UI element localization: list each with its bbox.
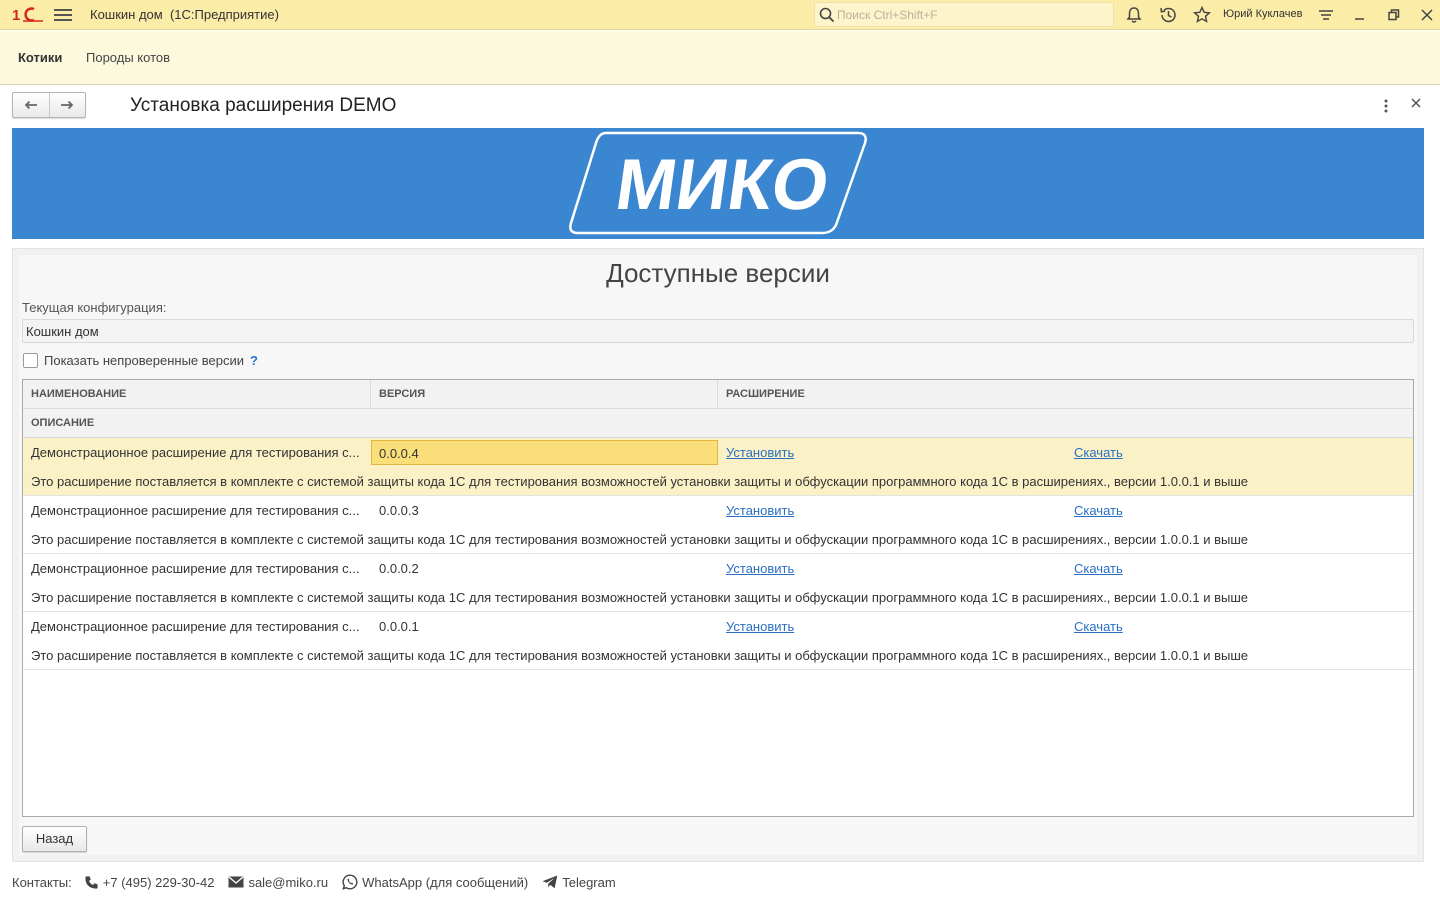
config-label: Текущая конфигурация: <box>22 300 167 315</box>
column-header-name[interactable]: НАИМЕНОВАНИЕ <box>23 380 371 409</box>
more-actions-icon[interactable] <box>1378 97 1394 115</box>
email-text: sale@miko.ru <box>248 874 329 890</box>
minimize-icon[interactable] <box>1350 5 1370 25</box>
close-form-icon[interactable] <box>1408 96 1424 114</box>
help-icon[interactable]: ? <box>250 353 258 368</box>
search-input[interactable] <box>837 6 1107 24</box>
telegram-contact[interactable]: Telegram <box>542 874 616 890</box>
install-link[interactable]: Установить <box>726 445 794 460</box>
cell-download: Скачать <box>1066 554 1413 583</box>
cell-download: Скачать <box>1066 496 1413 525</box>
cell-description: Это расширение поставляется в комплекте … <box>31 474 1249 489</box>
form-title: Установка расширения DEMO <box>130 95 397 116</box>
show-unverified-label[interactable]: Показать непроверенные версии <box>44 353 244 368</box>
cell-install: Установить <box>718 496 1065 525</box>
install-link[interactable]: Установить <box>726 619 794 634</box>
cell-download: Скачать <box>1066 612 1413 641</box>
search-box[interactable] <box>814 2 1114 27</box>
sections-panel: Котики Породы котов <box>0 31 1440 85</box>
notifications-bell-icon[interactable] <box>1124 5 1144 25</box>
cell-version[interactable]: 0.0.0.3 <box>371 496 718 525</box>
cell-install: Установить <box>718 612 1065 641</box>
section-porody-kotov[interactable]: Породы котов <box>86 50 170 65</box>
favorites-star-icon[interactable] <box>1192 5 1212 25</box>
email-contact[interactable]: sale@miko.ru <box>228 875 328 890</box>
install-link[interactable]: Установить <box>726 503 794 518</box>
cell-description: Это расширение поставляется в комплекте … <box>31 532 1249 547</box>
show-unverified-row: Показать непроверенные версии ? <box>23 353 258 368</box>
download-link[interactable]: Скачать <box>1074 503 1123 518</box>
close-window-icon[interactable] <box>1417 5 1437 25</box>
download-link[interactable]: Скачать <box>1074 445 1123 460</box>
table-row[interactable]: Демонстрационное расширение для тестиров… <box>23 438 1413 496</box>
cell-version[interactable]: 0.0.0.4 <box>371 440 718 465</box>
cell-version[interactable]: 0.0.0.2 <box>371 554 718 583</box>
versions-heading: Доступные версии <box>606 258 830 288</box>
back-button[interactable]: Назад <box>22 826 87 852</box>
user-name[interactable]: Юрий Куклачев <box>1223 8 1302 20</box>
cell-version[interactable]: 0.0.0.1 <box>371 612 718 641</box>
cell-description: Это расширение поставляется в комплекте … <box>31 648 1249 663</box>
config-field[interactable]: Кошкин дом <box>22 319 1414 343</box>
download-link[interactable]: Скачать <box>1074 619 1123 634</box>
cell-install: Установить <box>718 438 1065 467</box>
miko-logo: МИКО <box>569 131 867 235</box>
forward-arrow-button[interactable] <box>48 93 86 117</box>
arrow-right-icon <box>61 100 74 110</box>
cell-description: Это расширение поставляется в комплекте … <box>31 590 1249 605</box>
cell-name: Демонстрационное расширение для тестиров… <box>31 561 360 576</box>
phone-text: +7 (495) 229-30-42 <box>102 874 215 890</box>
title-bar: 1 Кошкин дом (1С:Предприятие) Юрий <box>0 0 1440 30</box>
table-row[interactable]: Демонстрационное расширение для тестиров… <box>23 496 1413 554</box>
settings-menu-icon[interactable] <box>1316 5 1336 25</box>
cell-install: Установить <box>718 554 1065 583</box>
cell-download: Скачать <box>1066 438 1413 467</box>
whatsapp-icon <box>342 874 358 890</box>
phone-icon <box>85 875 98 889</box>
cell-name: Демонстрационное расширение для тестиров… <box>31 503 360 518</box>
back-arrow-button[interactable] <box>13 93 49 117</box>
phone-contact[interactable]: +7 (495) 229-30-42 <box>84 874 215 890</box>
contacts-label: Контакты: <box>12 874 72 890</box>
search-icon <box>819 7 835 23</box>
arrow-left-icon <box>24 100 37 110</box>
column-header-description[interactable]: ОПИСАНИЕ <box>23 409 1413 438</box>
restore-window-icon[interactable] <box>1384 5 1404 25</box>
svg-text:1: 1 <box>12 7 20 24</box>
cell-name: Демонстрационное расширение для тестиров… <box>31 619 360 634</box>
column-header-version[interactable]: ВЕРСИЯ <box>371 380 718 409</box>
navigation-buttons <box>12 92 86 118</box>
whatsapp-text: WhatsApp (для сообщений) <box>362 874 529 890</box>
mail-icon <box>228 876 244 888</box>
main-menu-icon[interactable] <box>54 7 72 23</box>
contacts-bar: Контакты: +7 (495) 229-30-42 sale@miko.r… <box>12 874 630 890</box>
show-unverified-checkbox[interactable] <box>23 353 38 368</box>
table-row[interactable]: Демонстрационное расширение для тестиров… <box>23 612 1413 670</box>
telegram-text: Telegram <box>562 874 616 890</box>
miko-logo-text: МИКО <box>611 145 834 225</box>
install-link[interactable]: Установить <box>726 561 794 576</box>
telegram-icon <box>542 875 558 889</box>
download-link[interactable]: Скачать <box>1074 561 1123 576</box>
history-icon[interactable] <box>1158 5 1178 25</box>
window-title: Кошкин дом (1С:Предприятие) <box>90 7 279 22</box>
cell-name: Демонстрационное расширение для тестиров… <box>31 445 360 460</box>
table-row[interactable]: Демонстрационное расширение для тестиров… <box>23 554 1413 612</box>
table-header: НАИМЕНОВАНИЕ ВЕРСИЯ РАСШИРЕНИЕ ОПИСАНИЕ <box>23 380 1413 438</box>
section-kotiki[interactable]: Котики <box>18 50 62 65</box>
column-header-extension[interactable]: РАСШИРЕНИЕ <box>718 380 1413 409</box>
1c-logo[interactable]: 1 <box>12 6 44 24</box>
whatsapp-contact[interactable]: WhatsApp (для сообщений) <box>342 874 528 890</box>
miko-banner: МИКО <box>12 128 1424 239</box>
versions-table: НАИМЕНОВАНИЕ ВЕРСИЯ РАСШИРЕНИЕ ОПИСАНИЕ … <box>22 379 1414 817</box>
1c-logo-icon: 1 <box>12 7 43 24</box>
